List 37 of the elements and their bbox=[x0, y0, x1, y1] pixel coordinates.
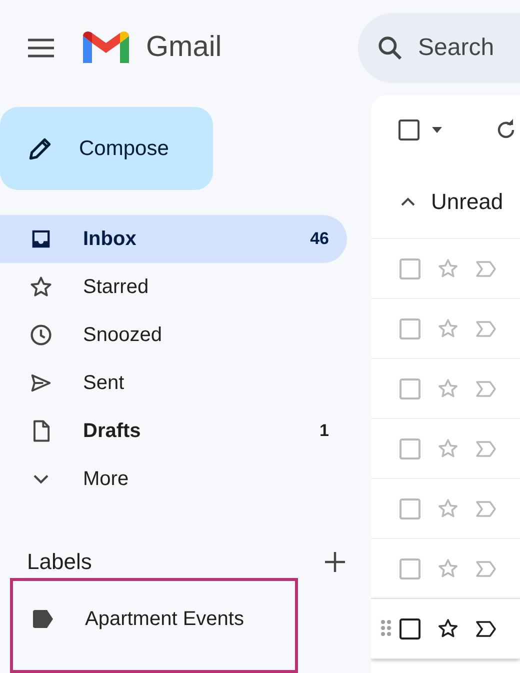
nav-item[interactable]: Sent bbox=[0, 359, 347, 407]
nav-item[interactable]: Drafts 1 bbox=[0, 407, 347, 455]
section-title: Unread bbox=[431, 189, 504, 215]
label-item[interactable]: Apartment Events bbox=[85, 608, 244, 630]
checkbox[interactable] bbox=[398, 376, 422, 400]
nav-label: Sent bbox=[83, 372, 126, 394]
nav-label: More bbox=[83, 468, 130, 490]
search-field[interactable]: Search bbox=[416, 32, 520, 62]
add-label-icon[interactable] bbox=[323, 550, 347, 574]
app-name: Gmail bbox=[146, 31, 222, 64]
nav-item[interactable]: Inbox 46 bbox=[0, 215, 347, 263]
search-icon bbox=[376, 34, 404, 62]
drag-handle-icon[interactable] bbox=[380, 619, 392, 637]
nav-label: Starred bbox=[83, 276, 150, 298]
checkbox[interactable] bbox=[398, 496, 422, 520]
compose-button[interactable]: Compose bbox=[0, 107, 213, 190]
caret-icon[interactable] bbox=[430, 125, 444, 135]
checkbox[interactable] bbox=[398, 436, 422, 460]
clock-icon bbox=[28, 322, 54, 348]
nav-label: Drafts bbox=[83, 420, 142, 442]
checkbox[interactable] bbox=[398, 556, 422, 580]
nav-label: Inbox bbox=[83, 228, 138, 250]
unread-count: 1 bbox=[320, 421, 329, 441]
nav-item[interactable]: More bbox=[0, 455, 347, 503]
checkbox[interactable] bbox=[398, 316, 422, 340]
logo-icon bbox=[83, 30, 129, 66]
select-all-checkbox[interactable] bbox=[398, 119, 420, 141]
labels-heading: Labels bbox=[27, 549, 92, 575]
checkbox[interactable] bbox=[398, 616, 422, 640]
unread-count: 46 bbox=[310, 229, 329, 249]
nav-item[interactable]: Starred bbox=[0, 263, 347, 311]
nav-label: Snoozed bbox=[83, 324, 163, 346]
label-tag-icon bbox=[31, 609, 55, 629]
nav-item[interactable]: Snoozed bbox=[0, 311, 347, 359]
chevron-up-icon[interactable] bbox=[399, 196, 417, 208]
search-bar[interactable]: Search bbox=[358, 12, 520, 82]
checkbox[interactable] bbox=[398, 256, 422, 280]
